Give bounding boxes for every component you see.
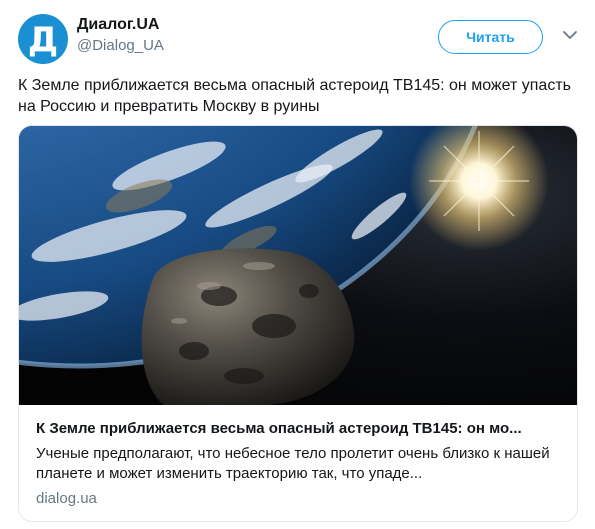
avatar-letter: Д: [27, 20, 59, 60]
card-domain[interactable]: dialog.ua: [36, 490, 97, 507]
card-description: Ученые предполагают, что небесное тело п…: [36, 445, 550, 482]
follow-button[interactable]: Читать: [438, 20, 543, 54]
link-card[interactable]: К Земле приближается весьма опасный асте…: [18, 125, 578, 522]
chevron-down-icon[interactable]: [561, 26, 579, 44]
tweet-header: Д Диалог.UA @Dialog_UA Читать: [0, 0, 595, 70]
avatar[interactable]: Д: [18, 14, 68, 64]
asteroid-earth-image[interactable]: [19, 126, 577, 405]
tweet-text: К Земле приближается весьма опасный асте…: [18, 77, 571, 115]
card-title[interactable]: К Земле приближается весьма опасный асте…: [36, 420, 564, 437]
author-name[interactable]: Диалог.UA: [77, 16, 159, 34]
author-handle[interactable]: @Dialog_UA: [77, 37, 164, 54]
